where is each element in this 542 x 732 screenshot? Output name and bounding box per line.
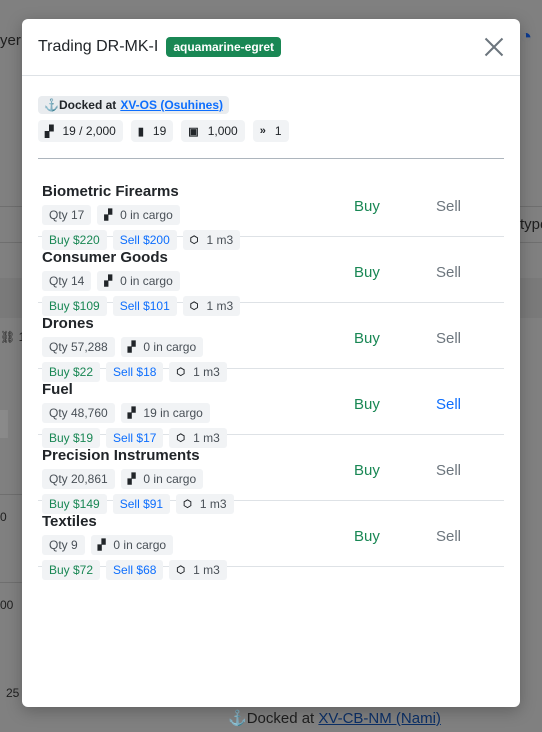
good-name: Textiles	[42, 513, 97, 530]
good-name: Consumer Goods	[42, 249, 168, 266]
docked-label: Docked at	[58, 98, 117, 112]
goods-list: Biometric Firearms Qty 17 ▞ 0 in cargo Bu…	[38, 171, 504, 580]
sell-button[interactable]: Sell	[436, 198, 461, 215]
buy-button[interactable]: Buy	[354, 528, 380, 545]
cargo-boxes-icon: ▞	[127, 407, 136, 419]
quantity-chip: Qty 48,760	[42, 403, 115, 423]
close-icon[interactable]	[484, 37, 504, 57]
trading-modal: Trading DR-MK-I aquamarine-egret ⚓ Docke…	[22, 19, 520, 707]
good-meta-row: Qty 14 ▞ 0 in cargo	[42, 271, 500, 291]
sell-button[interactable]: Sell	[436, 264, 461, 281]
quantity-chip: Qty 14	[42, 271, 92, 291]
background-divider	[520, 206, 542, 207]
modal-title: Trading DR-MK-I	[38, 38, 159, 55]
background-fragment: type	[520, 216, 542, 233]
in-cargo-chip: ▞ 0 in cargo	[97, 271, 180, 291]
buy-button[interactable]: Buy	[354, 198, 380, 215]
cube-icon: ⬡	[176, 564, 186, 576]
fuel-stat: ▮ 19	[130, 120, 174, 142]
background-station-link[interactable]: XV-CB-NM (Nami)	[318, 710, 441, 727]
good-price-row: Buy $72 Sell $68 ⬡ 1 m3	[42, 560, 500, 580]
good-meta-row: Qty 9 ▞ 0 in cargo	[42, 535, 500, 555]
buy-button[interactable]: Buy	[354, 462, 380, 479]
cargo-boxes-icon: ▞	[127, 473, 136, 485]
volume-chip: ⬡ 1 m3	[169, 560, 227, 580]
quantity-chip: Qty 9	[42, 535, 85, 555]
cargo-boxes-icon: ▞	[104, 275, 113, 287]
section-divider	[38, 158, 504, 159]
background-icon: ◔	[520, 26, 533, 48]
good-name: Drones	[42, 315, 94, 332]
in-cargo-chip: ▞ 0 in cargo	[97, 205, 180, 225]
good-row: Fuel Qty 48,760 ▞ 19 in cargo Buy $19 Sel…	[38, 369, 504, 448]
quantity-chip: Qty 20,861	[42, 469, 115, 489]
credits-stat: ▣ 1,000	[181, 120, 245, 142]
cargo-boxes-icon: ▞	[127, 341, 136, 353]
anchor-icon: ⚓	[44, 98, 59, 112]
sell-price-chip: Sell $68	[106, 560, 164, 580]
good-row: Consumer Goods Qty 14 ▞ 0 in cargo Buy $1…	[38, 237, 504, 316]
background-divider	[0, 206, 22, 207]
station-link[interactable]: XV-OS (Osuhines)	[120, 98, 223, 112]
background-cell	[0, 410, 8, 438]
sell-button[interactable]: Sell	[436, 396, 461, 413]
background-fragment: 0	[0, 510, 7, 524]
background-fragment: 00	[0, 598, 14, 612]
docked-badge: ⚓ Docked at XV-OS (Osuhines)	[38, 96, 229, 114]
good-row: Textiles Qty 9 ▞ 0 in cargo Buy $72 Sell …	[38, 501, 504, 580]
background-fragment: yer	[0, 32, 21, 49]
wallet-icon: ▣	[188, 125, 199, 138]
good-meta-row: Qty 57,288 ▞ 0 in cargo	[42, 337, 500, 357]
background-divider	[0, 582, 22, 583]
quantity-chip: Qty 17	[42, 205, 92, 225]
fuel-icon: ▮	[137, 125, 144, 138]
modal-header: Trading DR-MK-I aquamarine-egret	[22, 19, 520, 76]
ship-name-badge: aquamarine-egret	[166, 37, 282, 57]
sell-button[interactable]: Sell	[436, 462, 461, 479]
speed-stat: » 1	[252, 120, 289, 142]
anchor-icon: ⚓	[228, 710, 247, 727]
good-meta-row: Qty 20,861 ▞ 0 in cargo	[42, 469, 500, 489]
background-row	[520, 278, 542, 318]
good-meta-row: Qty 17 ▞ 0 in cargo	[42, 205, 500, 225]
sell-button[interactable]: Sell	[436, 528, 461, 545]
background-divider	[520, 242, 542, 243]
in-cargo-chip: ▞ 0 in cargo	[120, 469, 204, 489]
good-meta-row: Qty 48,760 ▞ 19 in cargo	[42, 403, 500, 423]
cargo-boxes-icon: ▞	[104, 209, 113, 221]
buy-button[interactable]: Buy	[354, 330, 380, 347]
background-docked-info: ⚓Docked at XV-CB-NM (Nami)	[228, 710, 441, 727]
in-cargo-chip: ▞ 0 in cargo	[120, 337, 204, 357]
good-row: Precision Instruments Qty 20,861 ▞ 0 in c…	[38, 435, 504, 514]
background-row	[0, 278, 22, 318]
good-row: Biometric Firearms Qty 17 ▞ 0 in cargo Bu…	[38, 171, 504, 250]
good-name: Precision Instruments	[42, 447, 200, 464]
buy-button[interactable]: Buy	[354, 396, 380, 413]
good-name: Biometric Firearms	[42, 183, 179, 200]
buy-button[interactable]: Buy	[354, 264, 380, 281]
quantity-chip: Qty 57,288	[42, 337, 115, 357]
background-divider	[0, 494, 22, 495]
good-row: Drones Qty 57,288 ▞ 0 in cargo Buy $22 Se…	[38, 303, 504, 382]
cargo-stat: ▞ 19 / 2,000	[38, 120, 123, 142]
speed-icon: »	[259, 125, 266, 137]
cargo-boxes-icon: ▞	[45, 125, 54, 138]
ship-stats: ▞ 19 / 2,000 ▮ 19 ▣ 1,000 » 1	[38, 120, 504, 142]
background-divider	[0, 242, 22, 243]
in-cargo-chip: ▞ 19 in cargo	[120, 403, 210, 423]
in-cargo-chip: ▞ 0 in cargo	[90, 535, 174, 555]
cargo-boxes-icon: ▞	[97, 539, 106, 551]
good-name: Fuel	[42, 381, 73, 398]
sell-button[interactable]: Sell	[436, 330, 461, 347]
background-fragment: 25	[6, 686, 20, 700]
buy-price-chip: Buy $72	[42, 560, 101, 580]
modal-body: ⚓ Docked at XV-OS (Osuhines) ▞ 19 / 2,000…	[22, 76, 520, 580]
